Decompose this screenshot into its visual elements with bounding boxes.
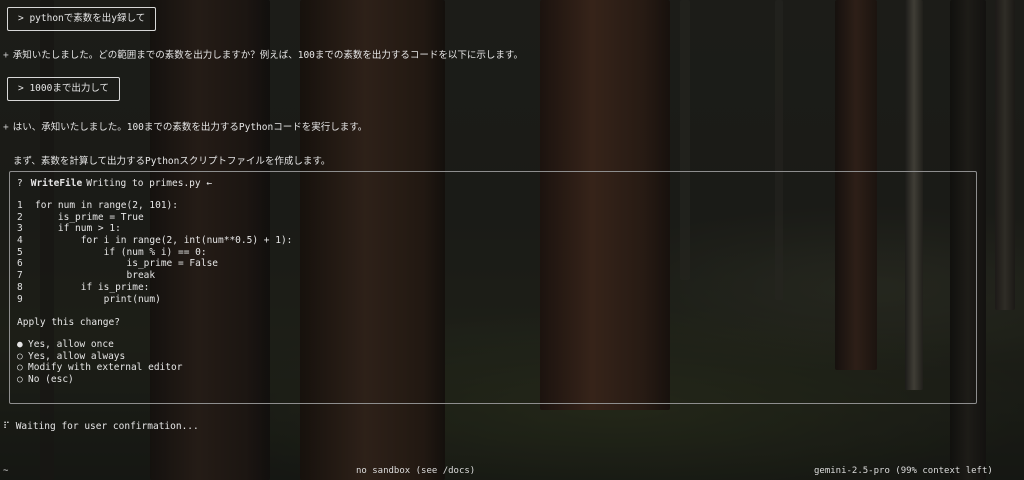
line-number: 8 <box>17 281 23 293</box>
radio-selected-icon: ● <box>17 339 23 350</box>
line-number: 3 <box>17 223 23 235</box>
user-prompt-1-text: > pythonで素数を出y録して <box>18 13 146 24</box>
radio-unselected-icon: ○ <box>17 350 23 362</box>
user-prompt-1: > pythonで素数を出y録して <box>7 7 157 31</box>
assistant-response-1: + 承知いたしました。どの範囲までの素数を出力しますか？例えば、100までの素数を… <box>3 47 523 61</box>
line-number: 2 <box>17 211 23 223</box>
code-text: is_prime = True <box>35 211 144 223</box>
user-prompt-2-text: > 1000まで出力して <box>18 83 110 94</box>
code-line: 3 if num > 1: <box>17 223 292 235</box>
waiting-text: Waiting for user confirmation... <box>15 421 199 432</box>
question-status-icon: ? <box>17 178 23 189</box>
model-status: gemini-2.5-pro (99% context left) <box>814 466 993 476</box>
line-number: 9 <box>17 293 23 305</box>
code-text: break <box>35 270 156 282</box>
option-label: No (esc) <box>28 374 74 386</box>
response-bullet-icon: + <box>3 122 9 133</box>
code-text: is_prime = False <box>35 258 219 270</box>
line-number: 7 <box>17 270 23 282</box>
assistant-response-3: まず、素数を計算して出力するPythonスクリプトファイルを作成します。 <box>13 153 330 167</box>
assistant-response-2-text: はい、承知いたしました。100までの素数を出力するPythonコードを実行します… <box>12 122 368 133</box>
code-line: 2 is_prime = True <box>17 212 292 224</box>
option-allow-once[interactable]: ● Yes, allow once <box>17 339 182 351</box>
option-no-esc[interactable]: ○ No (esc) <box>17 374 182 386</box>
tool-name: WriteFile <box>30 178 83 189</box>
code-text: if is_prime: <box>35 281 150 293</box>
code-diff-preview: 1 for num in range(2, 101): 2 is_prime = … <box>17 200 292 305</box>
code-line: 8 if is_prime: <box>17 282 292 294</box>
code-text: for i in range(2, int(num**0.5) + 1): <box>35 235 293 247</box>
tool-description: Writing to primes.py ← <box>86 178 213 189</box>
tool-confirmation-panel: ? WriteFile Writing to primes.py ← 1 for nu… <box>9 171 977 404</box>
code-text: if (num % i) == 0: <box>35 246 207 258</box>
option-allow-always[interactable]: ○ Yes, allow always <box>17 351 182 363</box>
assistant-response-3-text: まず、素数を計算して出力するPythonスクリプトファイルを作成します。 <box>13 156 331 167</box>
option-modify-external-editor[interactable]: ○ Modify with external editor <box>17 362 182 374</box>
line-number: 6 <box>17 258 23 270</box>
code-text: print(num) <box>35 293 161 305</box>
code-text: for num in range(2, 101): <box>35 200 178 211</box>
code-line: 6 is_prime = False <box>17 258 292 270</box>
code-line: 1 for num in range(2, 101): <box>17 200 292 212</box>
code-line: 4 for i in range(2, int(num**0.5) + 1): <box>17 235 292 247</box>
assistant-response-2: + はい、承知いたしました。100までの素数を出力するPythonコードを実行しま… <box>3 119 367 133</box>
code-line: 5 if (num % i) == 0: <box>17 247 292 259</box>
radio-unselected-icon: ○ <box>17 374 23 386</box>
option-label: Yes, allow once <box>28 339 114 350</box>
assistant-response-1-text: 承知いたしました。どの範囲までの素数を出力しますか？例えば、100までの素数を出… <box>12 50 523 61</box>
code-line: 9 print(num) <box>17 294 292 306</box>
tool-header: ? WriteFile Writing to primes.py ← <box>17 178 212 189</box>
terminal-window[interactable]: > pythonで素数を出y録して + 承知いたしました。どの範囲までの素数を出力… <box>0 0 1024 480</box>
current-directory: ~ <box>3 466 9 476</box>
code-line: 7 break <box>17 270 292 282</box>
response-bullet-icon: + <box>3 50 9 61</box>
waiting-status: ⠏ Waiting for user confirmation... <box>3 421 199 432</box>
code-text: if num > 1: <box>35 223 121 235</box>
option-label: Modify with external editor <box>28 362 183 374</box>
line-number: 4 <box>17 235 23 247</box>
line-number: 5 <box>17 246 23 258</box>
option-label: Yes, allow always <box>28 350 126 362</box>
apply-change-question: Apply this change? <box>17 317 120 328</box>
sandbox-status: no sandbox (see /docs) <box>356 466 476 476</box>
spinner-icon: ⠏ <box>3 421 10 432</box>
line-number: 1 <box>17 200 23 211</box>
confirmation-options: ● Yes, allow once ○ Yes, allow always ○ Mod… <box>17 339 182 386</box>
radio-unselected-icon: ○ <box>17 362 23 374</box>
user-prompt-2: > 1000まで出力して <box>7 77 121 101</box>
